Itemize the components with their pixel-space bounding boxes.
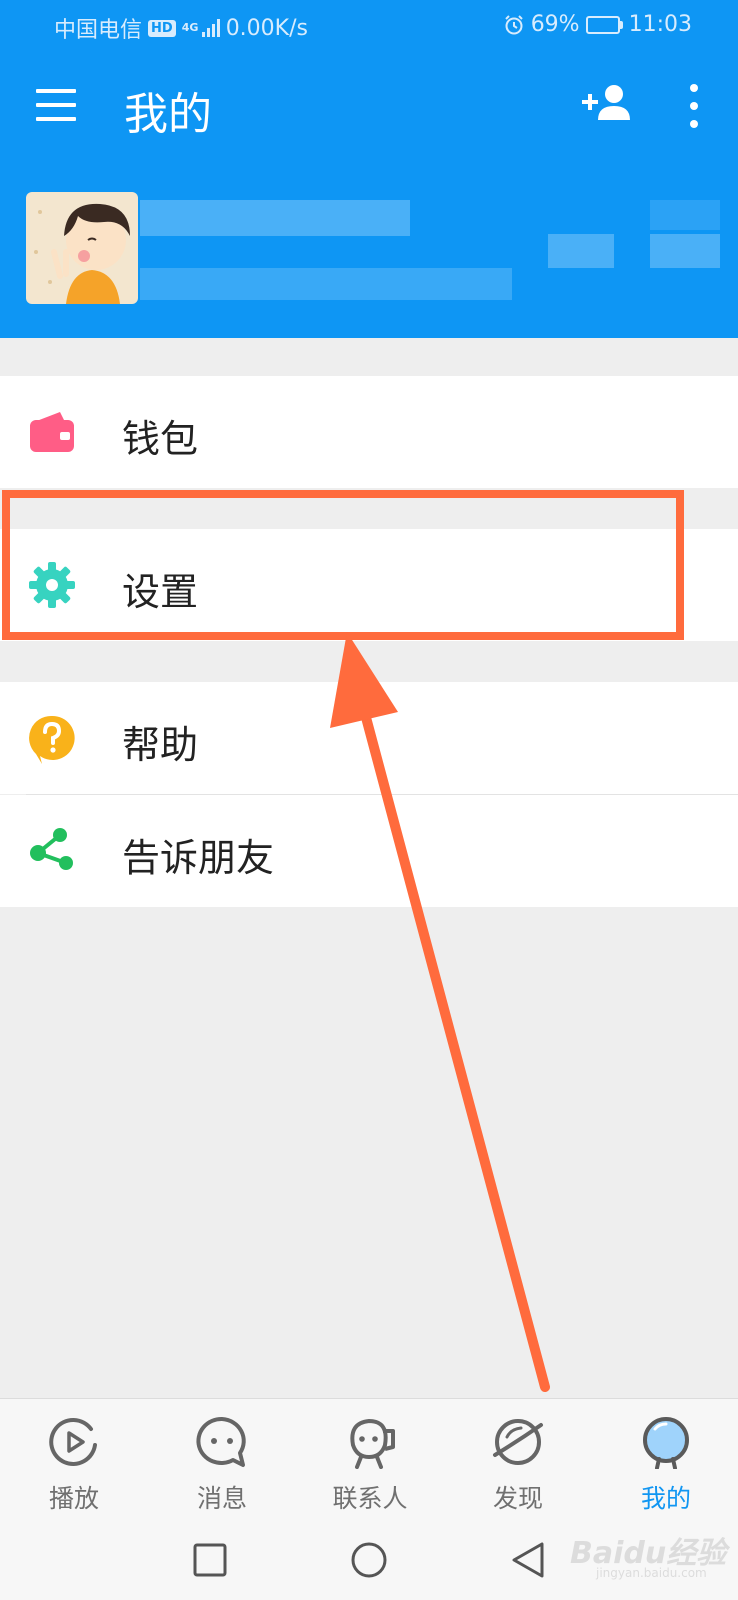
blurred-name [140,200,410,236]
menu-item-label: 设置 [122,570,199,614]
nav-label: 消息 [196,1484,247,1513]
wallet-icon [30,412,74,452]
clock: 11:03 [628,12,692,37]
avatar[interactable] [26,192,138,304]
blurred-badge [650,234,720,268]
header: 中国电信 HD 4G 0.00K/s 69% 11:03 我的 [0,0,738,338]
network-speed: 0.00K/s [225,15,308,41]
nav-tab-mine[interactable]: 我的 [592,1399,738,1523]
network-type: 4G [181,21,199,34]
hd-badge: HD [148,19,176,37]
blurred-badge [650,200,720,230]
message-icon [196,1416,246,1467]
play-icon [49,1418,97,1466]
menu-item-label: 帮助 [122,723,199,767]
battery-percent: 69% [530,12,580,37]
recents-square-icon[interactable] [188,1538,232,1582]
page-title: 我的 [124,89,212,140]
avatar-image [26,192,138,304]
more-options-button[interactable] [676,80,712,132]
system-navigation-bar [0,1522,738,1600]
back-triangle-icon[interactable] [506,1538,550,1582]
profile-card[interactable] [0,170,738,338]
menu-item-label: 告诉朋友 [122,836,275,880]
help-icon [29,715,75,764]
discover-icon [493,1419,543,1465]
profile-icon [643,1417,689,1469]
status-right: 69% 11:03 [503,12,692,37]
menu-button[interactable] [30,80,82,132]
nav-label: 我的 [640,1484,691,1513]
more-vert-icon [690,84,698,128]
alarm-icon [504,14,523,34]
blurred-badge [548,234,614,268]
bottom-navigation: 播放 消息 联系人 发现 我的 [0,1398,738,1522]
share-icon [30,828,73,870]
add-friend-icon [582,85,630,120]
nav-label: 发现 [492,1484,543,1513]
battery-icon [585,15,623,34]
contacts-icon [350,1418,395,1469]
nav-label: 联系人 [332,1484,408,1513]
nav-tab-messages[interactable]: 消息 [148,1399,296,1523]
menu-item-label: 钱包 [122,417,199,461]
nav-label: 播放 [48,1484,99,1513]
menu-item-settings[interactable]: 设置 [0,529,738,641]
home-circle-icon[interactable] [347,1538,391,1582]
signal-icon [201,19,220,37]
add-friend-button[interactable] [580,80,636,132]
menu-item-wallet[interactable]: 钱包 [0,376,738,488]
menu-item-tell-friends[interactable]: 告诉朋友 [0,795,738,907]
menu-icon [36,89,76,121]
status-left: 中国电信 HD 4G 0.00K/s [54,12,308,44]
settings-gear-icon [29,562,75,608]
carrier-name: 中国电信 [54,18,143,43]
app-bar: 我的 [0,56,738,156]
blurred-signature [140,268,512,300]
nav-tab-discover[interactable]: 发现 [444,1399,592,1523]
nav-tab-contacts[interactable]: 联系人 [296,1399,444,1523]
status-bar: 中国电信 HD 4G 0.00K/s 69% 11:03 [0,0,738,50]
menu-item-help[interactable]: 帮助 [0,682,738,794]
nav-tab-play[interactable]: 播放 [0,1399,148,1523]
